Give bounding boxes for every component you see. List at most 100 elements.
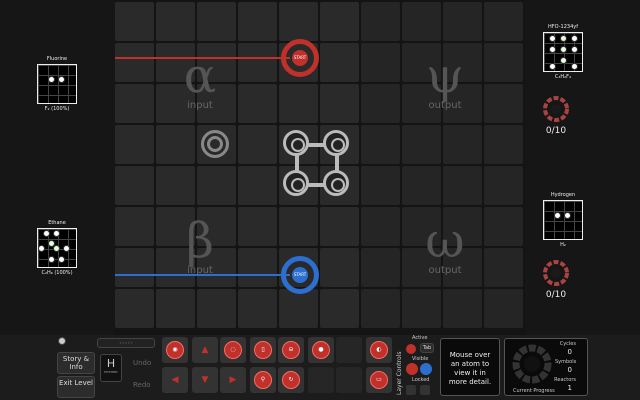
board-cell[interactable] — [238, 166, 277, 205]
board-cell[interactable] — [484, 43, 523, 82]
red-waldo[interactable]: START — [281, 39, 319, 77]
board-cell[interactable] — [279, 207, 318, 246]
board-cell[interactable] — [238, 248, 277, 287]
board-cell[interactable] — [361, 2, 400, 41]
board-cell[interactable] — [484, 207, 523, 246]
board-cell[interactable] — [361, 125, 400, 164]
board-cell[interactable] — [115, 289, 154, 328]
board-cell[interactable] — [361, 289, 400, 328]
board-cell[interactable] — [484, 125, 523, 164]
board-cell[interactable] — [279, 289, 318, 328]
red-lock-toggle[interactable] — [406, 385, 416, 395]
sensor-pad-icon[interactable] — [201, 130, 229, 158]
red-layer-toggle[interactable] — [406, 344, 416, 354]
board-cell[interactable] — [320, 43, 359, 82]
output-molecule-hfo[interactable]: HFO-1234yf C₃H₂F₄ — [533, 24, 593, 80]
bonder-icon[interactable] — [323, 170, 349, 196]
blue-visible-toggle[interactable] — [420, 363, 432, 375]
board-cell[interactable] — [402, 166, 441, 205]
board-cell[interactable] — [279, 84, 318, 123]
input-molecule-fluorine[interactable]: Fluorine F₂ (100%) — [27, 56, 87, 112]
board-cell[interactable] — [238, 43, 277, 82]
board-cell[interactable] — [402, 2, 441, 41]
blue-lock-toggle[interactable] — [420, 385, 430, 395]
board-cell[interactable] — [197, 289, 236, 328]
board-cell[interactable] — [361, 166, 400, 205]
board-cell[interactable] — [361, 84, 400, 123]
board-cell[interactable] — [156, 166, 195, 205]
arrow-right-tool[interactable]: ▶ — [220, 367, 246, 393]
board-cell[interactable] — [115, 84, 154, 123]
story-info-button[interactable]: Story & Info — [57, 352, 95, 374]
input-molecule-ethane[interactable]: Ethane C₂H₆ (100%) — [27, 220, 87, 276]
board-cell[interactable] — [115, 43, 154, 82]
board-cell[interactable] — [197, 2, 236, 41]
start-tool[interactable]: ◉ — [162, 337, 188, 363]
fluorine-atom — [571, 46, 578, 53]
board-cell[interactable] — [484, 248, 523, 287]
board-cell[interactable] — [484, 84, 523, 123]
board-cell[interactable] — [402, 289, 441, 328]
board-cell[interactable] — [320, 2, 359, 41]
input-tool[interactable]: ◌ — [220, 337, 246, 363]
grab-tool[interactable]: ▯ — [250, 337, 276, 363]
board-cell[interactable] — [361, 43, 400, 82]
quadrant-symbol: ω — [425, 213, 465, 269]
output-tool[interactable]: ▭ — [366, 367, 392, 393]
mystery-button[interactable]: H MYSTERY — [100, 354, 122, 382]
board-cell[interactable] — [238, 84, 277, 123]
board-cell[interactable] — [156, 289, 195, 328]
board-cell[interactable] — [320, 207, 359, 246]
board-cell[interactable] — [156, 125, 195, 164]
board-cell[interactable] — [443, 166, 482, 205]
board-cell[interactable] — [238, 125, 277, 164]
board-cell[interactable] — [484, 289, 523, 328]
arrow-down-tool[interactable]: ▼ — [192, 367, 218, 393]
board-cell[interactable] — [279, 2, 318, 41]
board-cell[interactable] — [115, 2, 154, 41]
sense-tool[interactable]: ◐ — [366, 337, 392, 363]
board-cell[interactable] — [238, 2, 277, 41]
red-visible-toggle[interactable] — [406, 363, 418, 375]
exit-level-button[interactable]: Exit Level — [57, 376, 95, 398]
board-cell[interactable] — [320, 248, 359, 287]
output-molecule-hydrogen[interactable]: Hydrogen H₂ — [533, 192, 593, 248]
bonder-icon[interactable] — [283, 130, 309, 156]
start-icon: ◉ — [166, 341, 184, 359]
symbols-value: 0 — [567, 366, 572, 374]
board-cell[interactable] — [443, 125, 482, 164]
bonder-icon[interactable] — [323, 130, 349, 156]
board-cell[interactable] — [361, 248, 400, 287]
sync-tool[interactable]: ● — [308, 337, 334, 363]
arrow-up-tool[interactable]: ▲ — [192, 337, 218, 363]
board-cell[interactable] — [443, 2, 482, 41]
board-cell[interactable] — [361, 207, 400, 246]
board-cell[interactable] — [320, 84, 359, 123]
board-cell[interactable] — [115, 166, 154, 205]
board-cell[interactable] — [115, 248, 154, 287]
fuse-tool[interactable]: ⚲ — [250, 367, 276, 393]
tab-button[interactable]: Tab — [420, 343, 434, 353]
empty-slot — [336, 337, 362, 363]
bond-minus-tool[interactable]: ⊖ — [278, 337, 304, 363]
reactor-board[interactable]: α input ψ output β input ω output START START — [115, 2, 525, 330]
undo-button[interactable]: Undo — [133, 359, 151, 367]
board-cell[interactable] — [238, 207, 277, 246]
redo-button[interactable]: Redo — [133, 381, 151, 389]
board-cell[interactable] — [115, 207, 154, 246]
board-cell[interactable] — [115, 125, 154, 164]
board-cell[interactable] — [484, 166, 523, 205]
arrow-left-tool[interactable]: ◀ — [162, 367, 188, 393]
board-cell[interactable] — [443, 289, 482, 328]
board-cell[interactable] — [402, 125, 441, 164]
rotate-tool[interactable]: ↻ — [278, 367, 304, 393]
speed-arrows[interactable]: ››››› — [97, 338, 155, 348]
bonder-icon[interactable] — [283, 170, 309, 196]
board-cell[interactable] — [156, 2, 195, 41]
board-cell[interactable] — [238, 289, 277, 328]
board-cell[interactable] — [320, 289, 359, 328]
board-cell[interactable] — [197, 166, 236, 205]
blue-waldo[interactable]: START — [281, 256, 319, 294]
output-icon: ▭ — [370, 371, 388, 389]
board-cell[interactable] — [484, 2, 523, 41]
